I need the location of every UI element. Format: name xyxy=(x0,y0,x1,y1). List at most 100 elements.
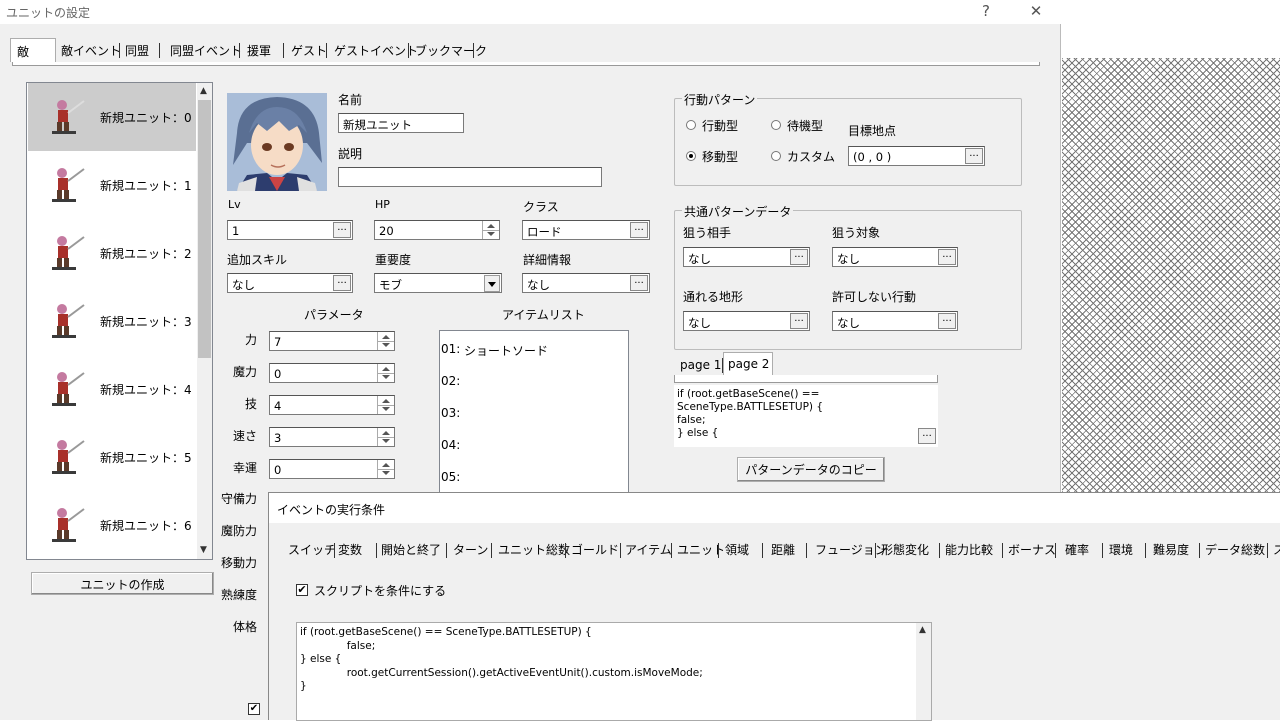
target-point-field[interactable]: (0 , 0 ) ... xyxy=(848,146,985,166)
list-item[interactable]: 新規ユニット：6 xyxy=(28,491,196,559)
tab-probability[interactable]: 確率 xyxy=(1065,541,1089,558)
description-field[interactable] xyxy=(338,167,602,187)
tab-reinforcement[interactable]: 援軍 xyxy=(247,38,271,62)
param-spinner[interactable] xyxy=(377,364,394,382)
editor-scrollbar[interactable]: ▲ xyxy=(916,623,931,720)
forbidden-ellipsis-button[interactable]: ... xyxy=(938,313,956,329)
aim-target-ellipsis-button[interactable]: ... xyxy=(790,249,808,265)
extra-skill-ellipsis-button[interactable]: ... xyxy=(333,275,351,291)
script-editor-text: if (root.getBaseScene() == SceneType.BAT… xyxy=(300,626,703,692)
radio-custom[interactable] xyxy=(771,151,781,161)
tab-gold[interactable]: ゴールド xyxy=(571,541,619,558)
details-field[interactable]: なし ... xyxy=(522,273,650,293)
class-ellipsis-button[interactable]: ... xyxy=(630,222,648,238)
importance-select[interactable]: モブ xyxy=(374,273,502,293)
tab-difficulty[interactable]: 難易度 xyxy=(1153,541,1189,558)
class-field[interactable]: ロード ... xyxy=(522,220,650,240)
scrollbar-thumb[interactable] xyxy=(198,100,211,358)
list-item[interactable]: 新規ユニット：0 xyxy=(28,83,196,151)
tab-unit-count[interactable]: ユニット総数 xyxy=(498,541,570,558)
lv-ellipsis-button[interactable]: ... xyxy=(333,222,351,238)
param-spinner[interactable] xyxy=(377,332,394,350)
param-field[interactable]: 3 xyxy=(269,427,395,447)
param-field[interactable]: 7 xyxy=(269,331,395,351)
tab-data-total[interactable]: データ総数 xyxy=(1205,541,1265,558)
param-field[interactable]: 0 xyxy=(269,363,395,383)
radio-move[interactable] xyxy=(686,151,696,161)
tab-panel-border xyxy=(12,62,1040,66)
lv-field[interactable]: 1 ... xyxy=(227,220,353,240)
unit-list[interactable]: 新規ユニット：0 新規ユニット：1 新規ユニット：2 新規ユニット：3 新規ユニ… xyxy=(26,82,213,560)
tab-distance[interactable]: 距離 xyxy=(771,541,795,558)
target-point-ellipsis-button[interactable]: ... xyxy=(965,148,983,164)
hp-field[interactable]: 20 xyxy=(374,220,500,240)
terrain-field[interactable]: なし... xyxy=(683,311,810,331)
param-spinner[interactable] xyxy=(377,396,394,414)
tab-start-end[interactable]: 開始と終了 xyxy=(381,541,441,558)
tab-guest[interactable]: ゲスト xyxy=(291,38,327,62)
unit-portrait-image[interactable] xyxy=(227,93,327,191)
list-item[interactable]: 新規ユニット：2 xyxy=(28,219,196,287)
tab-area[interactable]: 領域 xyxy=(725,541,749,558)
tab-fusion[interactable]: フュージョン xyxy=(815,541,887,558)
aim-object-field[interactable]: なし... xyxy=(832,247,958,267)
scroll-up-icon[interactable]: ▲ xyxy=(919,625,926,635)
terrain-value: なし xyxy=(688,316,711,330)
scroll-up-icon[interactable]: ▲ xyxy=(200,86,207,96)
script-condition-checkbox[interactable]: ✔ xyxy=(296,584,308,596)
tab-guest-event[interactable]: ゲストイベント xyxy=(334,38,418,62)
chevron-down-icon[interactable] xyxy=(484,275,500,292)
param-field[interactable]: 4 xyxy=(269,395,395,415)
forbidden-field[interactable]: なし... xyxy=(832,311,958,331)
unit-sprite-icon xyxy=(52,168,85,202)
list-item[interactable]: 新規ユニット：3 xyxy=(28,287,196,355)
list-item[interactable]: 新規ユニット：1 xyxy=(28,151,196,219)
tab-item[interactable]: アイテム xyxy=(625,541,672,558)
copy-pattern-button[interactable]: パターンデータのコピー xyxy=(737,457,885,482)
hp-spinner[interactable] xyxy=(482,221,499,239)
page-script-ellipsis-button[interactable]: ... xyxy=(918,428,936,444)
item-list[interactable]: 01: ショートソード 02: 03: 04: 05: xyxy=(439,330,629,500)
extra-skill-field[interactable]: なし ... xyxy=(227,273,353,293)
tab-stat-compare[interactable]: 能力比較 xyxy=(945,541,993,558)
tab-environment[interactable]: 環境 xyxy=(1109,541,1133,558)
list-item[interactable]: 新規ユニット：5 xyxy=(28,423,196,491)
param-spinner[interactable] xyxy=(377,428,394,446)
tab-ally[interactable]: 同盟 xyxy=(125,38,149,62)
details-ellipsis-button[interactable]: ... xyxy=(630,275,648,291)
list-item[interactable]: 新規ユニット：4 xyxy=(28,355,196,423)
radio-wait[interactable] xyxy=(771,120,781,130)
tab-bookmark[interactable]: ブックマーク xyxy=(415,38,487,62)
unit-label: 新規ユニット：4 xyxy=(100,383,192,397)
aim-object-ellipsis-button[interactable]: ... xyxy=(938,249,956,265)
hidden-checkbox[interactable]: ✔ xyxy=(248,703,260,715)
tab-turn[interactable]: ターン xyxy=(453,541,488,558)
scroll-down-icon[interactable]: ▼ xyxy=(200,545,207,555)
unit-sprite-icon xyxy=(52,372,85,406)
script-editor[interactable]: if (root.getBaseScene() == SceneType.BAT… xyxy=(296,622,932,721)
tab-page-2[interactable]: page 2 xyxy=(723,352,773,376)
create-unit-button[interactable]: ユニットの作成 xyxy=(31,572,214,595)
tab-ally-event[interactable]: 同盟イベント xyxy=(170,38,242,62)
tab-enemy[interactable]: 敵 xyxy=(10,38,56,62)
help-button[interactable]: ? xyxy=(971,2,1001,20)
tab-variable[interactable]: 変数 xyxy=(338,541,362,558)
param-field[interactable]: 0 xyxy=(269,459,395,479)
page-script-box[interactable]: if (root.getBaseScene() == SceneType.BAT… xyxy=(674,385,938,447)
tab-bonus[interactable]: ボーナス xyxy=(1008,541,1056,558)
close-button[interactable]: ✕ xyxy=(1021,2,1051,20)
param-spinner[interactable] xyxy=(377,460,394,478)
terrain-ellipsis-button[interactable]: ... xyxy=(790,313,808,329)
tab-script[interactable]: ス xyxy=(1273,541,1280,558)
radio-action[interactable] xyxy=(686,120,696,130)
tab-page-1[interactable]: page 1 xyxy=(680,358,721,372)
aim-target-label: 狙う相手 xyxy=(683,226,732,240)
tab-transform[interactable]: 形態変化 xyxy=(881,541,929,558)
tab-enemy-event[interactable]: 敵イベント xyxy=(61,38,121,62)
tab-switch[interactable]: スイッチ xyxy=(288,541,336,558)
item-name[interactable]: ショートソード xyxy=(464,342,548,359)
unit-label: 新規ユニット：0 xyxy=(100,111,192,125)
unit-sprite-icon xyxy=(52,100,85,134)
aim-target-field[interactable]: なし... xyxy=(683,247,810,267)
name-field[interactable]: 新規ユニット xyxy=(338,113,464,133)
